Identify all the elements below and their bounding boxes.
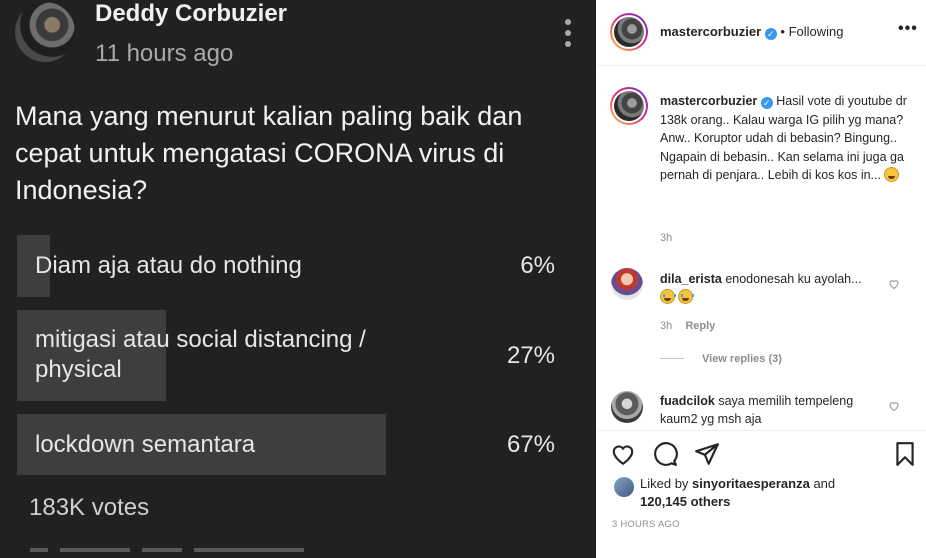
likes-summary: Liked by sinyoritaesperanza and 120,145 …: [640, 475, 910, 511]
poll-option-3[interactable]: lockdown semantara 67%: [17, 414, 567, 475]
liked-by-prefix: Liked by: [640, 476, 689, 491]
post-timestamp[interactable]: 3 HOURS AGO: [612, 519, 680, 530]
post-header: mastercorbuzier ✓ • Following •••: [596, 0, 926, 66]
liked-by-and: and: [813, 476, 836, 491]
caption: mastercorbuzier ✓ Hasil vote di youtube …: [660, 92, 910, 185]
reply-button[interactable]: Reply: [685, 320, 715, 332]
comment-meta: 3h Reply: [660, 320, 715, 332]
laughing-emoji-icon: [884, 167, 900, 182]
crying-emoji-icon: [678, 289, 695, 304]
post-actions: Liked by sinyoritaesperanza and 120,145 …: [596, 430, 926, 558]
liker-avatar[interactable]: [614, 477, 634, 497]
poll-label: mitigasi atau social distancing / physic…: [35, 326, 366, 383]
poll-label: lockdown semantara: [35, 431, 256, 458]
comment: dila_erista enodonesah ku ayolah...: [660, 270, 880, 306]
channel-avatar[interactable]: [15, 2, 75, 62]
poll-percent: 6%: [520, 252, 555, 279]
replies-divider: [660, 358, 684, 359]
poll-option-2[interactable]: mitigasi atau social distancing / physic…: [17, 310, 567, 401]
commenter-avatar[interactable]: [611, 391, 643, 423]
vote-count: 183K votes: [29, 494, 150, 521]
likes-count[interactable]: 120,145 others: [640, 494, 730, 509]
following-button[interactable]: Following: [789, 24, 844, 39]
view-replies-button[interactable]: View replies (3): [702, 353, 782, 365]
more-options-icon[interactable]: [558, 16, 578, 50]
poll-percent: 27%: [506, 342, 555, 369]
commenter-avatar[interactable]: [611, 268, 643, 300]
verified-badge-icon: ✓: [760, 97, 773, 109]
comment-username[interactable]: fuadcilok: [660, 394, 715, 408]
channel-name[interactable]: Deddy Corbuzier: [95, 0, 287, 28]
header-user: mastercorbuzier ✓ • Following: [660, 24, 844, 40]
like-heart-icon[interactable]: [610, 441, 636, 467]
comment-time[interactable]: 3h: [660, 320, 672, 332]
profile-avatar[interactable]: [610, 13, 648, 51]
verified-badge-icon: ✓: [764, 28, 777, 40]
caption-username[interactable]: mastercorbuzier: [660, 94, 757, 108]
comment: fuadcilok saya memilih tempeleng kaum2 y…: [660, 392, 880, 428]
crying-emoji-icon: [660, 289, 676, 304]
post-time[interactable]: 11 hours ago: [95, 40, 233, 68]
caption-avatar[interactable]: [610, 87, 648, 125]
poll-question: Mana yang menurut kalian paling baik dan…: [15, 101, 523, 205]
comment-username[interactable]: dila_erista: [660, 272, 722, 286]
poll-percent: 67%: [506, 431, 555, 458]
cut-off-row: [30, 548, 550, 558]
like-comment-heart-icon[interactable]: [888, 278, 900, 290]
comment-text: enodonesah ku ayolah...: [725, 272, 862, 286]
caption-time[interactable]: 3h: [660, 232, 672, 244]
header-separator: •: [780, 24, 785, 39]
liker-username[interactable]: sinyoritaesperanza: [692, 476, 810, 491]
header-username[interactable]: mastercorbuzier: [660, 24, 761, 39]
youtube-community-post: Deddy Corbuzier 11 hours ago Mana yang m…: [0, 0, 596, 558]
more-options-icon[interactable]: •••: [898, 20, 918, 38]
instagram-post-panel: mastercorbuzier ✓ • Following ••• master…: [596, 0, 926, 558]
share-paper-plane-icon[interactable]: [694, 441, 720, 467]
poll-label: Diam aja atau do nothing: [35, 252, 302, 279]
poll-option-1[interactable]: Diam aja atau do nothing 6%: [17, 235, 567, 297]
comment-bubble-icon[interactable]: [652, 441, 678, 467]
like-comment-heart-icon[interactable]: [888, 400, 900, 412]
save-bookmark-icon[interactable]: [892, 441, 918, 467]
